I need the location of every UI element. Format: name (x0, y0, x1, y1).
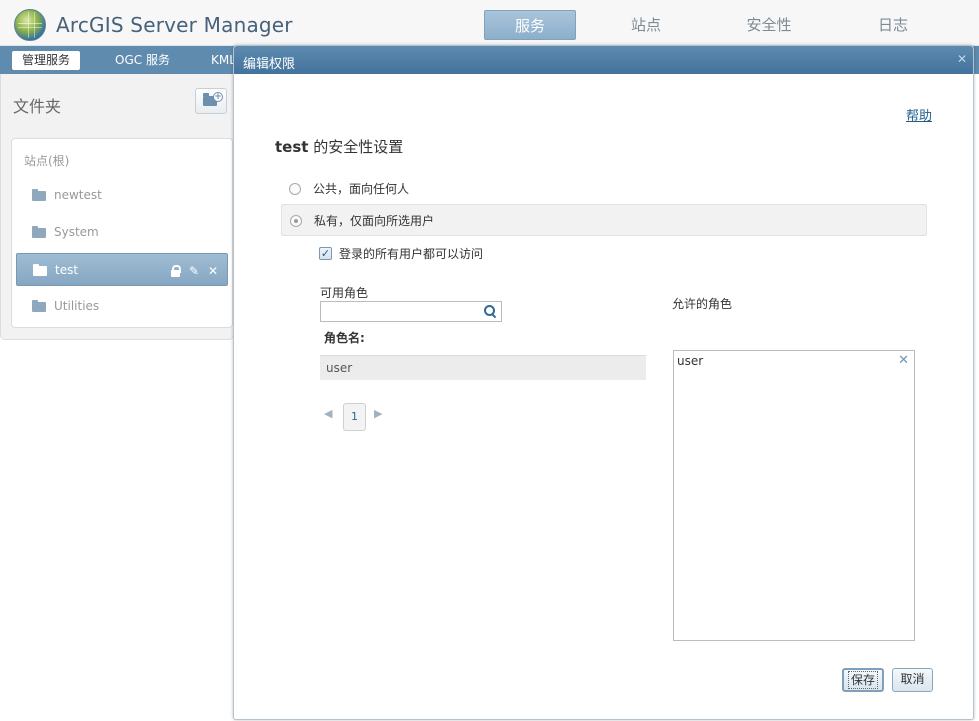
previous-page-icon[interactable]: ◀ (324, 407, 332, 420)
cancel-button[interactable]: 取消 (892, 668, 933, 692)
private-access-option[interactable]: 私有，仅面向所选用户 (281, 204, 927, 236)
allowed-roles-label: 允许的角色 (672, 297, 733, 311)
page-button[interactable]: 1 (343, 403, 366, 431)
folder-item-utilities[interactable]: Utilities (16, 290, 228, 323)
folder-item-test[interactable]: test ✎ ✕ (16, 253, 228, 286)
save-button[interactable]: 保存 (842, 668, 884, 692)
available-role-row[interactable]: user (320, 355, 646, 380)
close-icon[interactable]: ✕ (207, 265, 219, 277)
public-access-option[interactable]: 公共，面向任何人 (281, 173, 927, 205)
pencil-icon[interactable]: ✎ (188, 265, 200, 277)
allowed-role-item[interactable]: user (677, 354, 703, 368)
tab-services[interactable]: 服务 (484, 10, 576, 40)
app-header: ArcGIS Server Manager 服务 站点 安全性 日志 (0, 0, 979, 46)
all-logged-in-option[interactable]: ✓ 登录的所有用户都可以访问 (319, 245, 483, 263)
all-logged-in-label: 登录的所有用户都可以访问 (339, 247, 484, 261)
folder-icon (32, 226, 46, 238)
role-name-column-header: 角色名: (324, 331, 365, 345)
folder-panel: 文件夹 + 站点(根) newtest System test ✎ ✕ Util… (0, 74, 234, 340)
plus-icon: + (213, 92, 223, 102)
new-folder-button[interactable]: + (195, 88, 227, 114)
app-title: ArcGIS Server Manager (56, 13, 293, 37)
help-link[interactable]: 帮助 (906, 105, 932, 124)
security-settings-title: test 的安全性设置 (275, 136, 403, 157)
folder-item-newtest[interactable]: newtest (16, 179, 228, 212)
all-logged-in-checkbox[interactable]: ✓ (319, 247, 332, 260)
tab-security[interactable]: 安全性 (723, 10, 815, 40)
subnav-manage-services[interactable]: 管理服务 (12, 51, 81, 70)
folder-panel-title: 文件夹 (13, 97, 62, 116)
public-radio[interactable] (289, 183, 301, 195)
folder-actions: ✎ ✕ (169, 254, 219, 287)
available-roles-label: 可用角色 (320, 286, 369, 300)
folder-icon (32, 300, 46, 312)
folder-icon (33, 264, 47, 276)
folder-item-label: test (55, 263, 79, 277)
remove-role-icon[interactable]: ✕ (898, 353, 909, 368)
tab-site[interactable]: 站点 (600, 10, 692, 40)
public-radio-label: 公共，面向任何人 (313, 182, 410, 196)
dialog-header: 编辑权限 ✕ (234, 46, 973, 74)
edit-permissions-dialog: 编辑权限 ✕ 帮助 test 的安全性设置 公共，面向任何人 私有，仅面向所选用… (233, 45, 974, 720)
role-search-input[interactable] (320, 301, 502, 322)
lock-icon[interactable] (169, 264, 181, 277)
folder-list: 站点(根) newtest System test ✎ ✕ Utilities (11, 138, 233, 328)
folder-item-system[interactable]: System (16, 216, 228, 249)
folder-icon (32, 189, 46, 201)
save-button-label: 保存 (847, 671, 878, 689)
arcgis-globe-icon (14, 9, 46, 41)
subnav-ogc-services[interactable]: OGC 服务 (105, 51, 180, 70)
private-radio-label: 私有，仅面向所选用户 (314, 214, 435, 228)
folder-item-label: newtest (54, 188, 102, 202)
private-radio[interactable] (290, 215, 302, 227)
folder-item-label: Utilities (54, 299, 100, 313)
tab-logs[interactable]: 日志 (847, 10, 939, 40)
root-folder-label[interactable]: 站点(根) (24, 152, 69, 169)
folder-item-label: System (54, 225, 99, 239)
dialog-title: 编辑权限 (243, 57, 296, 72)
search-icon[interactable] (484, 305, 497, 318)
next-page-icon[interactable]: ▶ (374, 407, 382, 420)
dialog-close-icon[interactable]: ✕ (956, 53, 968, 65)
service-name: test (275, 138, 309, 156)
allowed-roles-list: user ✕ (673, 350, 915, 641)
security-settings-suffix: 的安全性设置 (308, 138, 404, 156)
